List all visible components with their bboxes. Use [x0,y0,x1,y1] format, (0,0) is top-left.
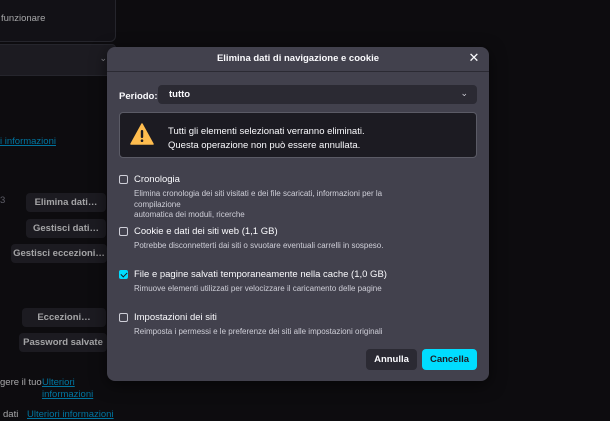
clear-button[interactable]: Cancella [422,349,477,370]
cookies-description: Potrebbe disconnetterti dai siti o svuot… [134,241,384,250]
clear-data-dialog: Elimina dati di navigazione e cookie ✕ P… [107,47,489,381]
warning-box: Tutti gli elementi selezionati verranno … [119,112,477,158]
dialog-title: Elimina dati di navigazione e cookie [216,53,380,64]
warning-text-line1: Tutti gli elementi selezionati verranno … [168,126,365,137]
close-icon[interactable]: ✕ [467,51,481,65]
dialog-divider [107,71,489,72]
site-settings-label[interactable]: Impostazioni dei siti [134,312,217,323]
cache-label[interactable]: File e pagine salvati temporaneamente ne… [134,269,387,280]
history-label[interactable]: Cronologia [134,174,180,185]
history-description: Elimina cronologia dei siti visitati e d… [134,189,424,221]
history-checkbox[interactable] [119,175,128,184]
cache-description: Rimuove elementi utilizzati per velocizz… [134,284,382,293]
history-description-line1: Elimina cronologia dei siti visitati e d… [134,189,383,209]
cancel-button[interactable]: Annulla [366,349,417,370]
period-select[interactable]: tutto ⌄ [158,85,477,104]
site-settings-description: Reimposta i permessi e le preferenze dei… [134,327,383,336]
cache-checkbox[interactable] [119,270,128,279]
chevron-down-icon: ⌄ [460,88,468,98]
period-label: Periodo: [119,91,158,102]
cookies-label[interactable]: Cookie e dati dei siti web (1,1 GB) [134,226,278,237]
warning-icon [130,123,154,145]
warning-text-line2: Questa operazione non può essere annulla… [168,140,361,151]
period-value: tutto [169,89,191,100]
site-settings-checkbox[interactable] [119,313,128,322]
cookies-checkbox[interactable] [119,227,128,236]
history-description-line2: automatica dei moduli, ricerche [134,210,245,219]
